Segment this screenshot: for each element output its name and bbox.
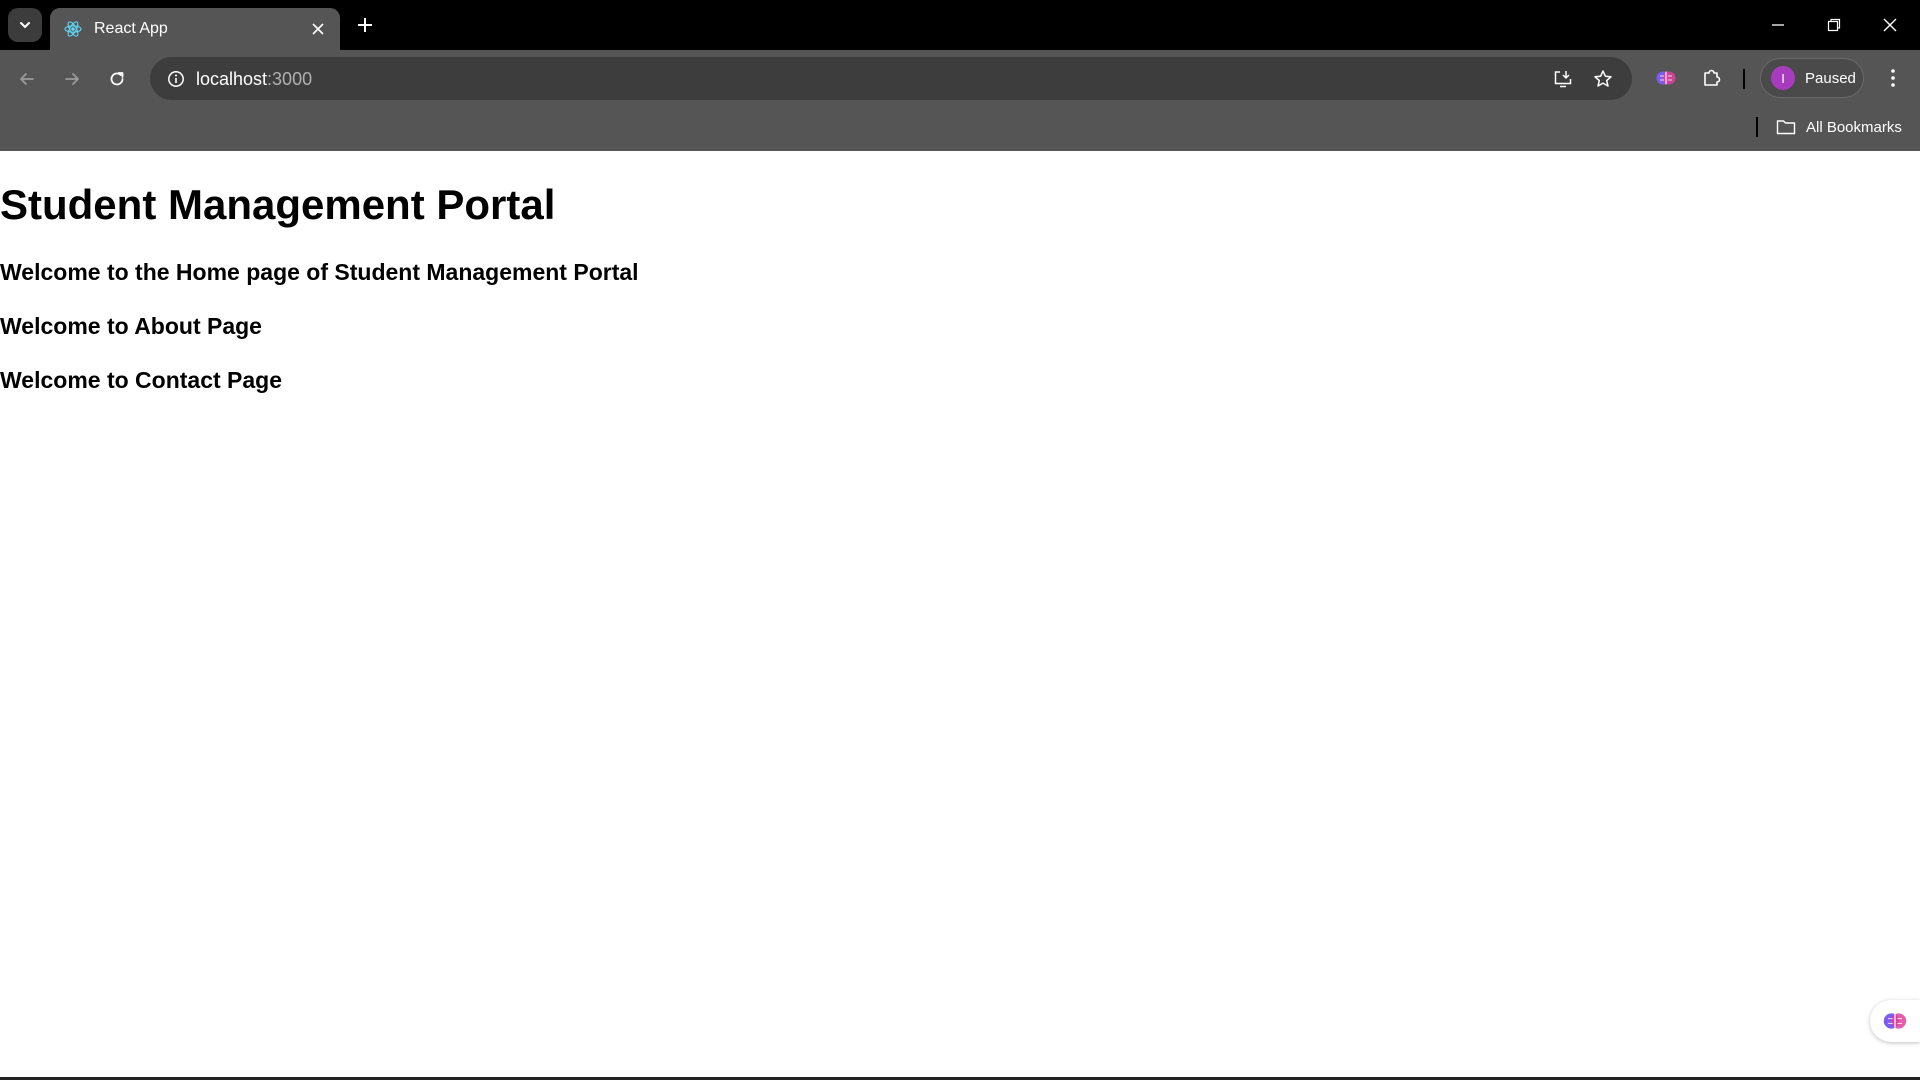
forward-button[interactable] <box>55 62 89 96</box>
more-vertical-icon <box>1891 69 1895 87</box>
browser-toolbar: localhost:3000 I Paused <box>0 50 1920 107</box>
ai-assistant-floating-button[interactable] <box>1870 1000 1920 1042</box>
all-bookmarks-label: All Bookmarks <box>1806 118 1902 136</box>
reload-icon <box>110 72 124 86</box>
minimize-button[interactable] <box>1750 0 1806 50</box>
url-port: :3000 <box>267 69 313 89</box>
info-icon <box>168 71 184 87</box>
toolbar-divider <box>1743 69 1745 89</box>
brain-icon <box>1883 1013 1907 1029</box>
tab-react-app[interactable]: React App <box>50 8 340 50</box>
contact-welcome-heading: Welcome to Contact Page <box>0 367 283 393</box>
install-app-button[interactable] <box>1547 63 1579 95</box>
close-window-button[interactable] <box>1862 0 1918 50</box>
arrow-left-icon <box>20 73 34 85</box>
page-content: Student Management Portal Welcome to the… <box>0 151 1920 1078</box>
bookmarks-divider <box>1756 117 1758 137</box>
install-icon <box>1554 71 1572 88</box>
avatar: I <box>1771 66 1795 90</box>
profile-status: Paused <box>1805 69 1856 87</box>
reload-button[interactable] <box>100 62 134 96</box>
tab-strip: React App <box>0 0 1920 50</box>
about-welcome-heading: Welcome to About Page <box>0 313 262 339</box>
tab-search-button[interactable] <box>8 8 42 42</box>
page-title: Student Management Portal <box>0 181 556 228</box>
brain-icon <box>1656 71 1676 85</box>
back-button[interactable] <box>10 62 44 96</box>
url-text[interactable]: localhost:3000 <box>196 69 312 90</box>
close-icon <box>1883 18 1897 32</box>
browser-menu-button[interactable] <box>1876 61 1910 95</box>
tab-title: React App <box>94 20 168 37</box>
bookmarks-bar: All Bookmarks <box>0 107 1920 151</box>
profile-button[interactable]: I Paused <box>1760 58 1864 98</box>
address-bar[interactable]: localhost:3000 <box>150 57 1632 100</box>
close-tab-button[interactable] <box>306 17 330 41</box>
restore-button[interactable] <box>1806 0 1862 50</box>
close-icon <box>312 23 324 35</box>
all-bookmarks-button[interactable]: All Bookmarks <box>1776 115 1902 139</box>
bookmark-star-button[interactable] <box>1587 63 1619 95</box>
ai-extension-button[interactable] <box>1649 61 1683 95</box>
chevron-down-icon <box>20 22 30 29</box>
star-icon <box>1594 70 1612 87</box>
home-welcome-heading: Welcome to the Home page of Student Mana… <box>0 259 639 285</box>
restore-icon <box>1827 18 1841 32</box>
browser-window: React App localhost:3000 I Paused All Bo… <box>0 0 1920 1080</box>
puzzle-icon <box>1704 69 1721 86</box>
site-info-button[interactable] <box>160 63 192 95</box>
react-icon <box>62 18 84 40</box>
extensions-button[interactable] <box>1695 61 1729 95</box>
minimize-icon <box>1772 24 1784 26</box>
new-tab-button[interactable] <box>352 12 378 38</box>
arrow-right-icon <box>65 73 79 85</box>
plus-icon <box>358 18 372 32</box>
url-host: localhost <box>196 69 268 89</box>
folder-icon <box>1776 120 1796 135</box>
